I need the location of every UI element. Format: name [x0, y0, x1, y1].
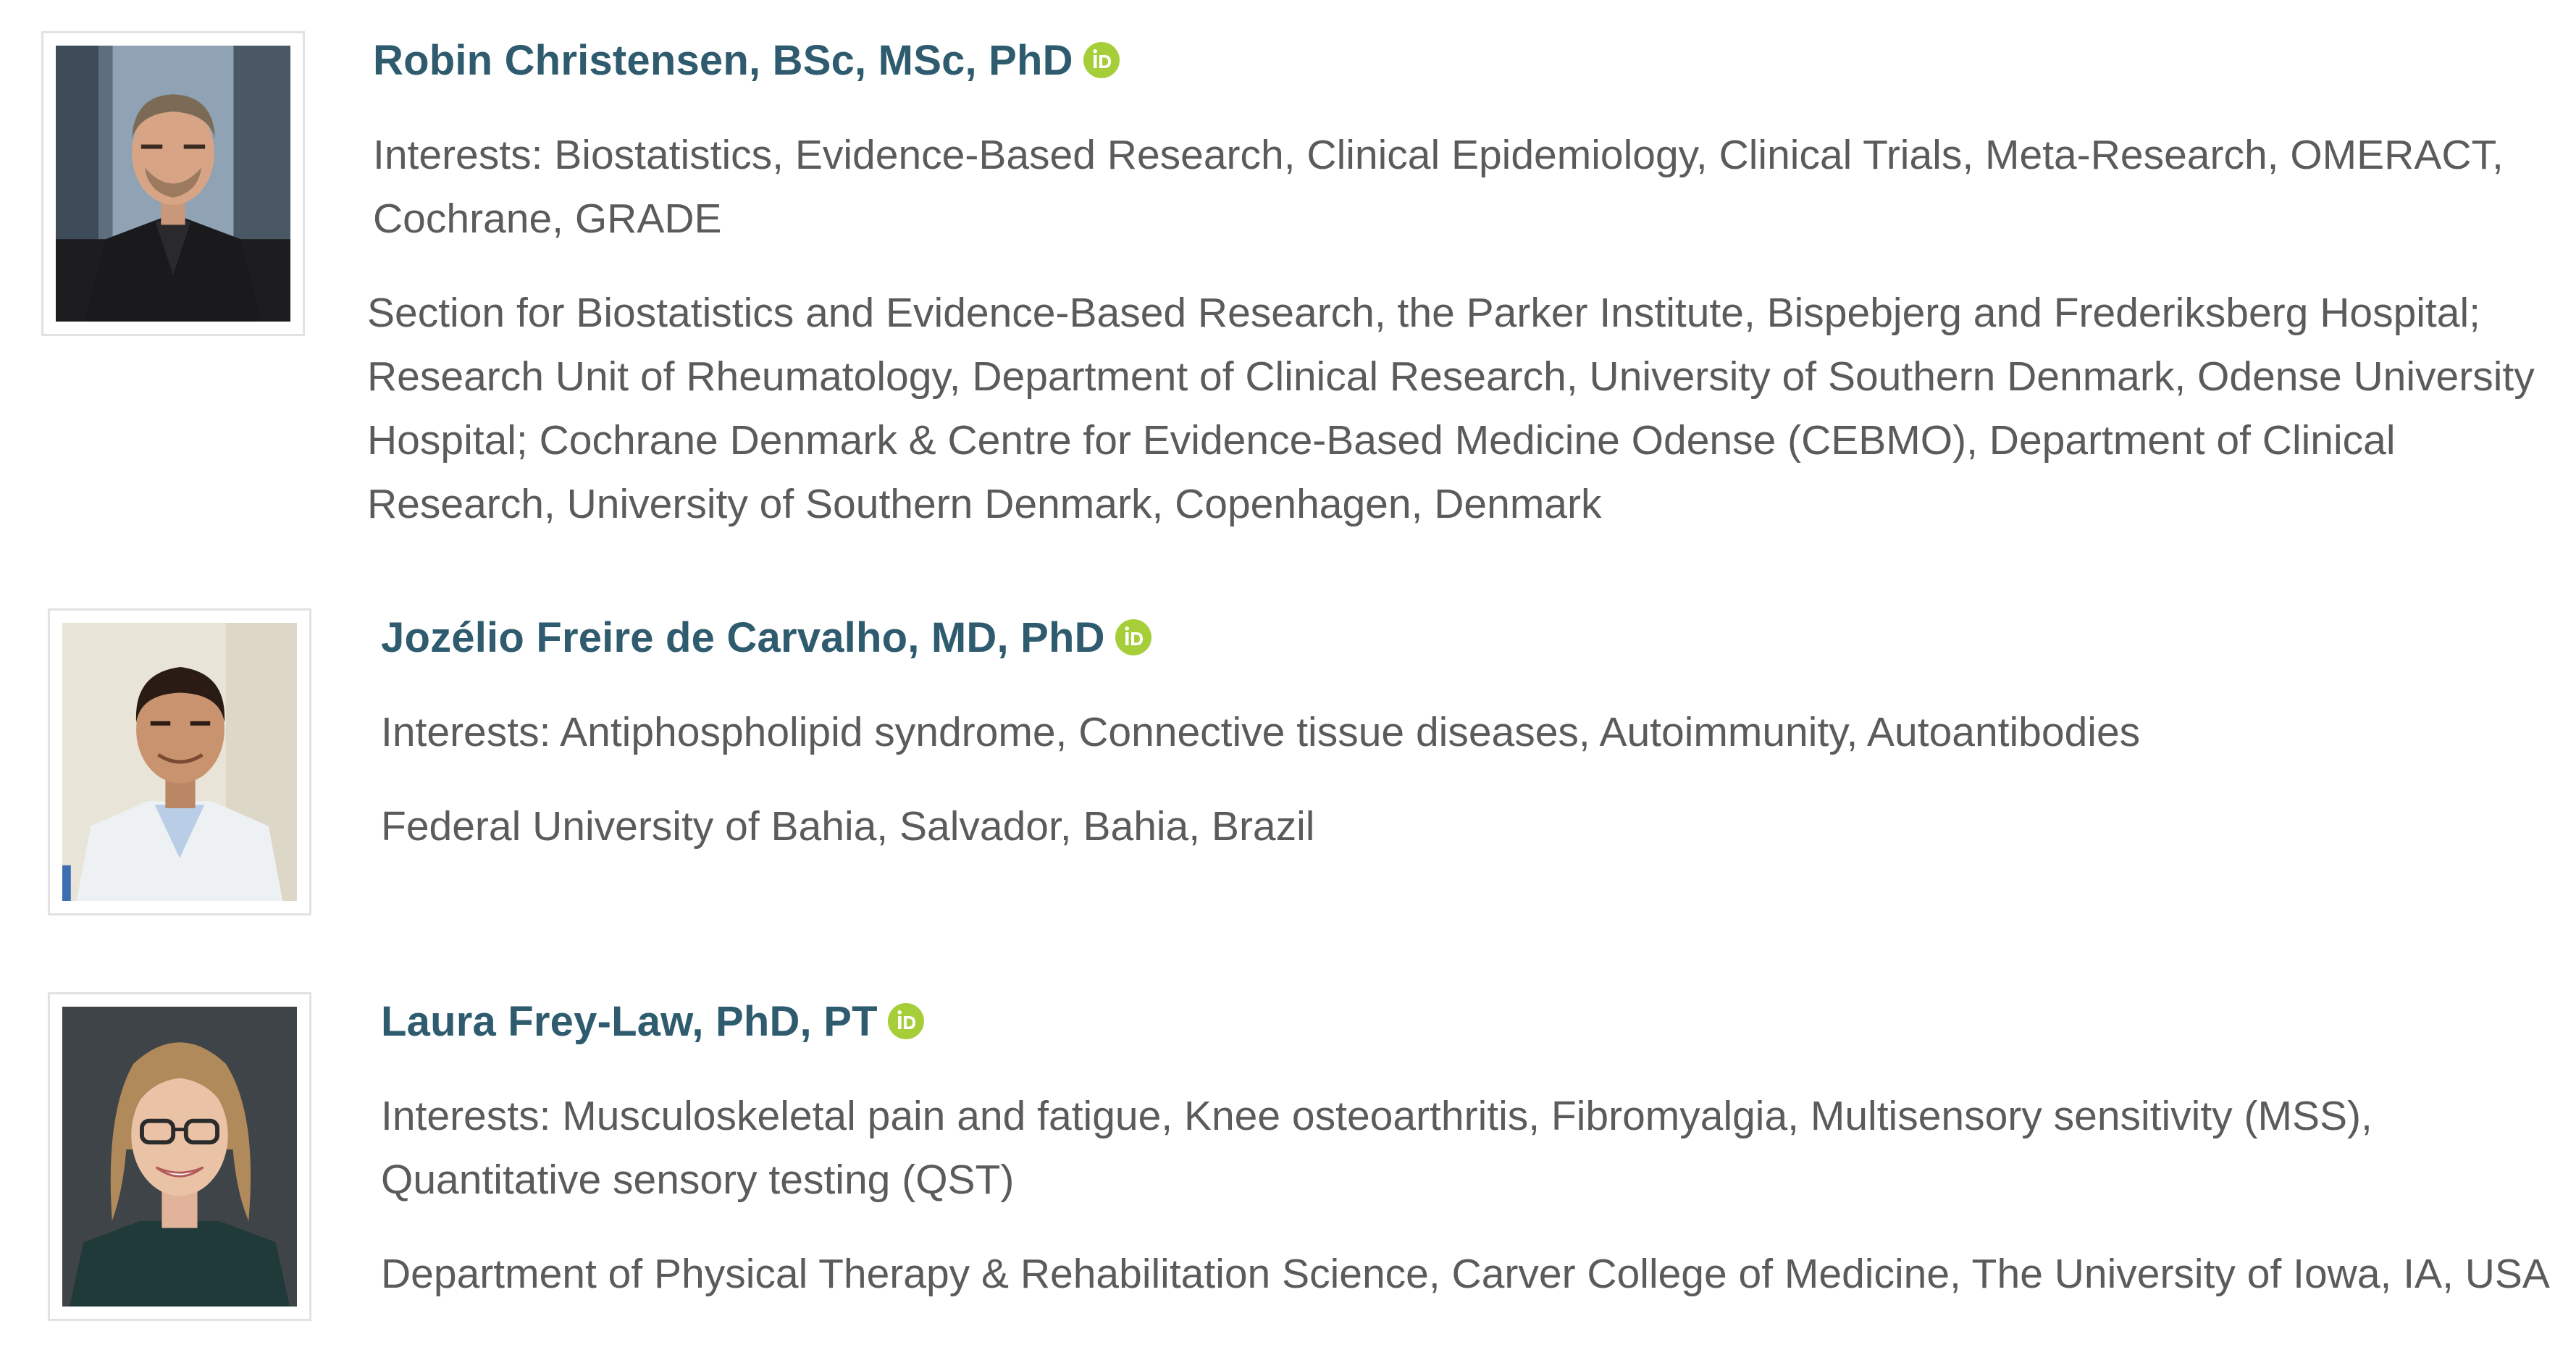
portrait-image	[56, 46, 290, 322]
orcid-icon[interactable]	[887, 1003, 924, 1039]
editor-interests: Interests: Musculoskeletal pain and fati…	[381, 1093, 2372, 1203]
editor-photo[interactable]	[62, 623, 297, 901]
editor-photo-frame	[48, 992, 311, 1321]
editor-photo[interactable]	[62, 1007, 297, 1307]
orcid-icon[interactable]	[1083, 42, 1120, 78]
editor-name-link[interactable]: Robin Christensen, BSc, MSc, PhD	[373, 36, 1073, 85]
editor-affiliation: Department of Physical Therapy & Rehabil…	[381, 1251, 2550, 1297]
editor-interests: Interests: Antiphospholipid syndrome, Co…	[381, 709, 2141, 755]
editor-photo-frame	[48, 608, 311, 915]
editor-name-row: Laura Frey-Law, PhD, PT	[381, 992, 2562, 1050]
portrait-image	[62, 623, 297, 901]
editor-interests: Interests: Biostatistics, Evidence-Based…	[373, 132, 2504, 242]
editor-name-link[interactable]: Laura Frey-Law, PhD, PT	[381, 997, 878, 1046]
editor-info: Jozélio Freire de Carvalho, MD, PhD Inte…	[381, 608, 2562, 858]
orcid-icon[interactable]	[1115, 619, 1151, 655]
editor-name-row: Robin Christensen, BSc, MSc, PhD	[373, 31, 2562, 89]
editor-info: Laura Frey-Law, PhD, PT Interests: Muscu…	[381, 992, 2562, 1306]
editor-photo-frame	[41, 31, 305, 336]
editor-name-link[interactable]: Jozélio Freire de Carvalho, MD, PhD	[381, 613, 1105, 662]
editor-affiliation: Section for Biostatistics and Evidence-B…	[367, 290, 2535, 527]
portrait-image	[62, 1007, 297, 1307]
editor-name-row: Jozélio Freire de Carvalho, MD, PhD	[381, 608, 2562, 666]
editor-affiliation: Federal University of Bahia, Salvador, B…	[381, 803, 1315, 850]
editor-photo[interactable]	[56, 46, 290, 322]
editor-info: Robin Christensen, BSc, MSc, PhD Interes…	[367, 31, 2562, 536]
